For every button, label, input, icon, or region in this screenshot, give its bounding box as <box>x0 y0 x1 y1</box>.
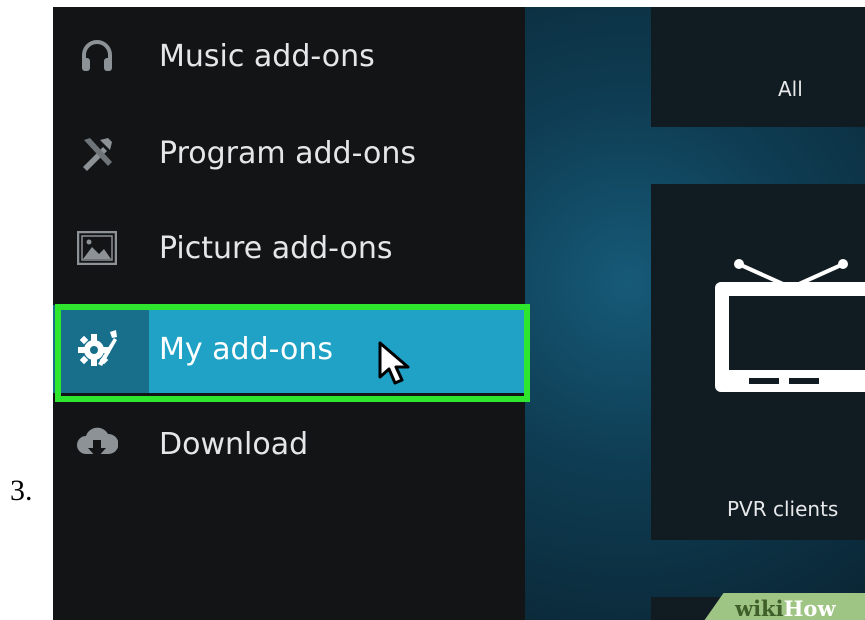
tile-pvr-clients-label: PVR clients <box>727 497 839 521</box>
sidebar-item-download[interactable]: Download <box>53 400 525 488</box>
picture-icon <box>73 224 121 272</box>
sidebar: Music add-ons Program add-ons Picture ad… <box>53 7 530 620</box>
gear-wrench-icon <box>73 325 121 373</box>
kodi-screenshot: All PVR clients Music add-ons Program ad… <box>53 7 865 620</box>
tile-all[interactable]: All <box>651 7 865 127</box>
sidebar-item-my-addons[interactable]: My add-ons <box>53 305 525 393</box>
program-tools-icon <box>73 129 121 177</box>
tile-all-label: All <box>778 77 803 101</box>
sidebar-item-label: Picture add-ons <box>159 230 393 266</box>
sidebar-item-label: Music add-ons <box>159 38 375 74</box>
cloud-download-icon <box>73 420 121 468</box>
mouse-cursor-icon <box>377 340 411 390</box>
tv-icon <box>709 254 865 408</box>
tile-pvr-clients[interactable]: PVR clients <box>651 184 865 540</box>
sidebar-item-label: Download <box>159 426 309 462</box>
headphones-icon <box>73 32 121 80</box>
sidebar-item-music-addons[interactable]: Music add-ons <box>53 12 525 100</box>
sidebar-item-program-addons[interactable]: Program add-ons <box>53 109 525 197</box>
wikihow-watermark: wikiHow <box>735 596 836 620</box>
sidebar-item-label: Program add-ons <box>159 135 416 171</box>
sidebar-item-picture-addons[interactable]: Picture add-ons <box>53 204 525 292</box>
sidebar-item-label: My add-ons <box>159 331 334 367</box>
step-number: 3. <box>10 474 33 507</box>
